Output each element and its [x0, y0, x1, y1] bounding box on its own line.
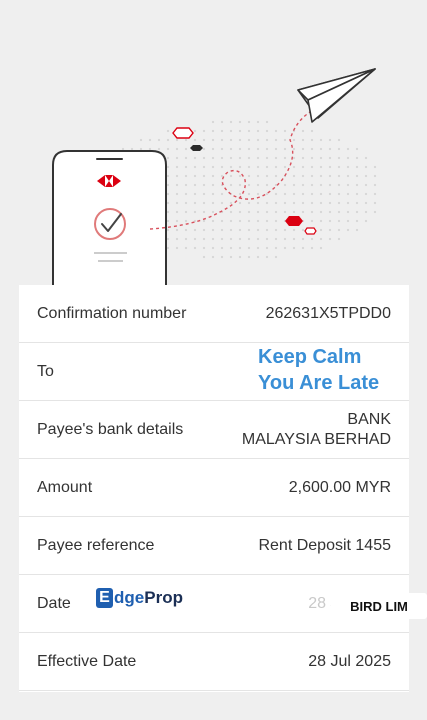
amount-value: 2,600.00 MYR	[288, 478, 391, 496]
keep-calm-overlay: Keep Calm You Are Late	[258, 344, 379, 396]
keep-calm-line1: Keep Calm	[258, 346, 362, 368]
payee-bank-label: Payee's bank details	[37, 420, 184, 438]
effective-date-label: Effective Date	[37, 652, 137, 670]
confirmation-number-value: 262631X5TPDD0	[265, 304, 391, 322]
edgeprop-logo-icon: E	[96, 588, 113, 608]
row-amount: Amount 2,600.00 MYR	[19, 459, 409, 517]
edgeprop-text-b: Prop	[144, 588, 183, 607]
date-label: Date	[37, 594, 71, 612]
payee-reference-label: Payee reference	[37, 536, 155, 554]
bird-lim-label: BIRD LIM	[331, 593, 427, 619]
payee-bank-value-line1: BANK	[347, 410, 391, 428]
payee-bank-value: BANK MALAYSIA BERHAD	[242, 410, 391, 450]
payee-reference-value: Rent Deposit 1455	[258, 536, 391, 554]
hexagon-red-shape	[285, 216, 303, 226]
to-label: To	[37, 362, 54, 380]
row-payee-bank: Payee's bank details BANK MALAYSIA BERHA…	[19, 401, 409, 459]
paper-plane-icon	[297, 68, 376, 123]
effective-date-value: 28 Jul 2025	[308, 652, 391, 670]
row-effective-date: Effective Date 28 Jul 2025	[19, 633, 409, 691]
confirmation-number-label: Confirmation number	[37, 304, 187, 322]
confirmation-illustration	[52, 68, 377, 290]
phone-illustration	[52, 150, 167, 290]
keep-calm-line2: You Are Late	[258, 372, 380, 394]
row-confirmation-number: Confirmation number 262631X5TPDD0	[19, 285, 409, 343]
hexagon-outline-shape	[172, 127, 194, 139]
edgeprop-text-a: dge	[114, 588, 145, 607]
transfer-details-card: Confirmation number 262631X5TPDD0 To Pay…	[19, 285, 409, 692]
bank-logo-icon	[97, 175, 121, 187]
hexagon-dark-shape	[190, 145, 203, 151]
payee-bank-value-line2: MALAYSIA BERHAD	[241, 430, 391, 448]
edgeprop-watermark: E dgeProp	[96, 588, 183, 608]
hexagon-small-shape	[304, 227, 317, 235]
row-payee-reference: Payee reference Rent Deposit 1455	[19, 517, 409, 575]
amount-label: Amount	[37, 478, 93, 496]
flight-path	[149, 111, 311, 230]
